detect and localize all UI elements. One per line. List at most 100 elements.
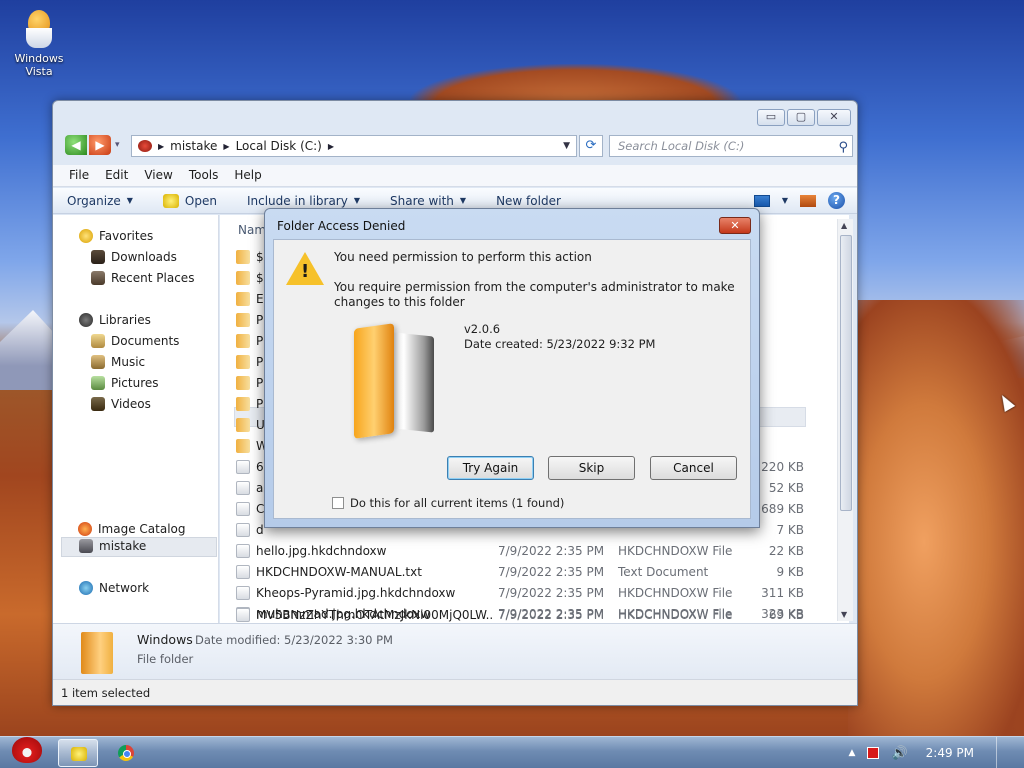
scrollbar-thumb[interactable] [840, 235, 852, 511]
nav-user-folder[interactable]: mistake [79, 539, 146, 553]
menu-file[interactable]: File [61, 165, 97, 186]
desktop-mountain-left [0, 310, 55, 390]
nav-network[interactable]: Network [79, 581, 149, 595]
folder-icon [236, 397, 250, 411]
taskbar: ▲ 🔊 2:49 PM [0, 736, 1024, 768]
organize-button[interactable]: Organize ▼ [67, 194, 133, 208]
breadcrumb-item-user[interactable]: mistake [170, 139, 217, 153]
vertical-scrollbar[interactable]: ▲ ▼ [837, 219, 853, 621]
back-button[interactable]: ◀ [65, 135, 87, 155]
warning-icon: ! [286, 252, 324, 286]
include-in-library-button[interactable]: Include in library ▼ [247, 194, 360, 208]
change-view-icon[interactable] [753, 194, 770, 207]
preview-pane-icon[interactable] [800, 194, 816, 207]
action-center-flag-icon[interactable] [867, 747, 880, 759]
window-caption-buttons: ▭ ▢ ✕ [757, 109, 851, 126]
taskbar-explorer-button[interactable] [58, 739, 98, 767]
scroll-up-icon[interactable]: ▲ [841, 221, 847, 230]
breadcrumb-separator-icon[interactable]: ▶ [328, 142, 334, 151]
pictures-icon [91, 376, 105, 390]
nav-downloads-label: Downloads [111, 250, 177, 264]
text-file-icon [236, 565, 250, 579]
share-with-button[interactable]: Share with ▼ [390, 194, 466, 208]
list-item[interactable]: MV5BNzZhYThmOTAtMzJkNi00MjQ0LW... 7/9/202… [236, 605, 804, 625]
minimize-button[interactable]: ▭ [757, 109, 785, 126]
new-folder-button[interactable]: New folder [496, 194, 561, 208]
status-bar: 1 item selected [53, 679, 857, 705]
command-bar-right: ▼ ? [753, 192, 845, 209]
show-desktop-button[interactable] [996, 737, 1010, 768]
start-button[interactable] [4, 731, 48, 768]
file-icon [236, 586, 250, 600]
nav-pictures[interactable]: Pictures [91, 376, 159, 390]
nav-pictures-label: Pictures [111, 376, 159, 390]
search-input[interactable]: Search Local Disk (C:) ⚲ [609, 135, 853, 157]
search-icon[interactable]: ⚲ [838, 138, 848, 158]
explorer-icon [71, 747, 87, 761]
file-date: 7/9/2022 2:35 PM [498, 586, 605, 600]
breadcrumb-separator-icon[interactable]: ▶ [158, 142, 164, 151]
egg-icon [24, 10, 54, 48]
network-icon [79, 581, 93, 595]
nav-documents[interactable]: Documents [91, 334, 179, 348]
dialog-close-button[interactable]: ✕ [719, 217, 751, 234]
volume-icon[interactable]: 🔊 [891, 746, 907, 761]
nav-videos-label: Videos [111, 397, 151, 411]
show-hidden-icons-icon[interactable]: ▲ [849, 748, 856, 758]
nav-libraries[interactable]: Libraries [79, 313, 151, 327]
file-size: 311 KB [761, 586, 804, 600]
maximize-button[interactable]: ▢ [787, 109, 815, 126]
breadcrumb-separator-icon[interactable]: ▶ [223, 142, 229, 151]
dialog-title: Folder Access Denied [277, 219, 406, 233]
file-type: HKDCHNDOXW File [618, 586, 733, 600]
clock[interactable]: 2:49 PM [926, 746, 974, 760]
nav-music-label: Music [111, 355, 146, 369]
menu-tools[interactable]: Tools [181, 165, 227, 186]
desktop-rock-right [848, 300, 1024, 740]
forward-button[interactable]: ▶ [89, 135, 111, 155]
menu-edit[interactable]: Edit [97, 165, 136, 186]
details-date-modified: Date modified: 5/23/2022 3:30 PM [195, 633, 393, 647]
folder-icon [236, 292, 250, 306]
share-label: Share with [390, 193, 454, 208]
chrome-icon[interactable] [118, 745, 134, 761]
list-item[interactable]: hello.jpg.hkdchndoxw 7/9/2022 2:35 PM HKDC… [236, 541, 804, 561]
nav-favorites[interactable]: Favorites [79, 229, 153, 243]
list-item[interactable]: HKDCHNDOXW-MANUAL.txt 7/9/2022 2:35 PM Tex… [236, 562, 804, 582]
cancel-button[interactable]: Cancel [650, 456, 737, 480]
file-icon [236, 608, 250, 622]
nav-favorites-label: Favorites [99, 229, 154, 243]
breadcrumb-item-local-disk[interactable]: Local Disk (C:) [236, 139, 322, 153]
close-button[interactable]: ✕ [817, 109, 851, 126]
file-size: 69 KB [768, 608, 804, 622]
recent-places-icon [91, 271, 105, 285]
file-icon [236, 502, 250, 516]
nav-image-catalog[interactable]: Image Catalog [78, 522, 185, 536]
nav-image-catalog-label: Image Catalog [98, 522, 186, 536]
file-date: 7/9/2022 2:35 PM [498, 544, 605, 558]
chevron-down-icon[interactable]: ▼ [782, 196, 788, 205]
menu-help[interactable]: Help [226, 165, 269, 186]
desktop-icon-windows-vista[interactable]: Windows Vista [8, 10, 70, 78]
details-pane: Windows Date modified: 5/23/2022 3:30 PM… [53, 623, 857, 679]
help-icon[interactable]: ? [828, 192, 845, 209]
checkbox-box[interactable] [332, 497, 344, 509]
skip-button[interactable]: Skip [548, 456, 635, 480]
user-folder-icon [138, 140, 152, 152]
try-again-button[interactable]: Try Again [447, 456, 534, 480]
nav-videos[interactable]: Videos [91, 397, 151, 411]
menu-view[interactable]: View [136, 165, 180, 186]
nav-music[interactable]: Music [91, 355, 145, 369]
address-dropdown-icon[interactable]: ▼ [563, 141, 570, 151]
nav-recent-places[interactable]: Recent Places [91, 271, 194, 285]
column-header-name[interactable]: Nam [238, 223, 266, 237]
address-bar[interactable]: ▶ mistake ▶ Local Disk (C:) ▶ ▼ [131, 135, 577, 157]
recent-pages-dropdown[interactable]: ▾ [115, 140, 120, 150]
nav-downloads[interactable]: Downloads [91, 250, 177, 264]
refresh-button[interactable]: ⟳ [579, 135, 603, 157]
open-button[interactable]: Open [162, 193, 217, 208]
scroll-down-icon[interactable]: ▼ [841, 610, 847, 619]
apply-to-all-checkbox[interactable]: Do this for all current items (1 found) [332, 496, 564, 510]
folder-access-denied-dialog: Folder Access Denied ✕ ! You need permis… [264, 208, 760, 528]
list-item[interactable]: Kheops-Pyramid.jpg.hkdchndoxw 7/9/2022 2:… [236, 583, 804, 603]
